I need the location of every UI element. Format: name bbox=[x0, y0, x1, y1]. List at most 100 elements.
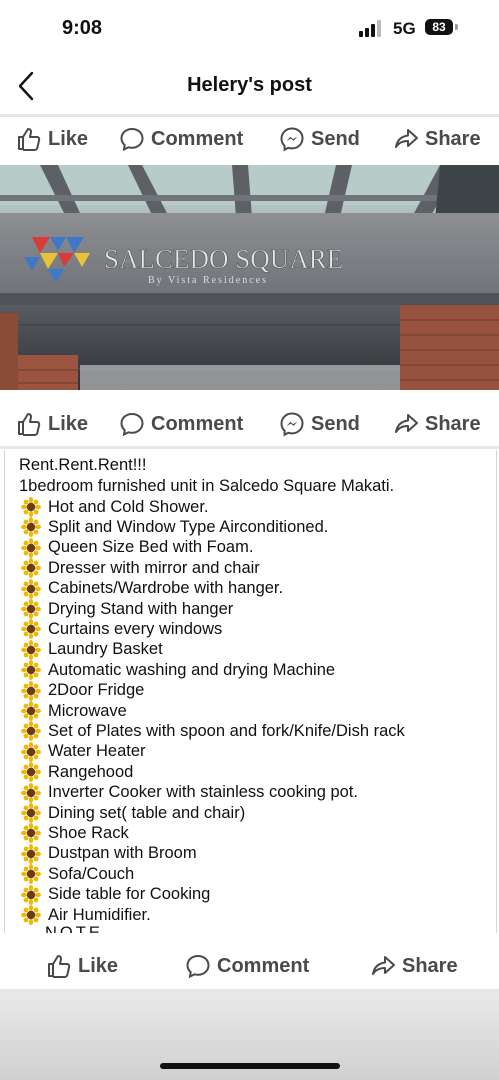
list-item-text: Queen Size Bed with Foam. bbox=[48, 538, 254, 557]
list-item: Queen Size Bed with Foam. bbox=[21, 537, 254, 558]
list-item-text: Rangehood bbox=[48, 762, 134, 781]
post-header: Helery's post bbox=[0, 58, 499, 114]
sunflower-icon bbox=[21, 762, 41, 783]
sunflower-icon bbox=[21, 741, 41, 762]
sunflower-icon bbox=[21, 884, 41, 905]
post-photo[interactable]: SALCEDO SQUARE By Vista Residences bbox=[0, 165, 499, 390]
share-arrow-icon bbox=[395, 129, 418, 148]
messenger-icon bbox=[280, 412, 304, 437]
like-button[interactable]: Like bbox=[16, 402, 88, 446]
send-label: Send bbox=[311, 127, 360, 150]
list-item: Set of Plates with spoon and fork/Knife/… bbox=[21, 721, 405, 742]
messenger-icon bbox=[280, 127, 304, 152]
list-item-text: Dustpan with Broom bbox=[48, 844, 197, 863]
comment-bubble-icon bbox=[186, 954, 210, 979]
list-item-text: Drying Stand with hanger bbox=[48, 599, 234, 618]
list-item: Sofa/Couch bbox=[21, 864, 135, 885]
sunflower-icon bbox=[21, 660, 41, 681]
share-label: Share bbox=[425, 412, 481, 435]
list-item: 2Door Fridge bbox=[21, 680, 145, 701]
list-item-text: Water Heater bbox=[48, 742, 146, 761]
thumbs-up-icon bbox=[18, 413, 41, 436]
list-item-text: Cabinets/Wardrobe with hanger. bbox=[48, 579, 284, 598]
action-bar-bottom: Like Comment Share bbox=[0, 944, 499, 988]
comment-bubble-icon bbox=[120, 412, 144, 437]
send-button[interactable]: Send bbox=[279, 402, 360, 446]
sunflower-icon bbox=[21, 497, 41, 517]
like-label: Like bbox=[48, 412, 89, 435]
share-arrow-icon bbox=[372, 956, 395, 975]
list-item-text: Sofa/Couch bbox=[48, 864, 135, 883]
list-item: Air Humidifier. bbox=[21, 905, 151, 925]
sunflower-icon bbox=[21, 537, 41, 558]
post-intro: 1bedroom furnished unit in Salcedo Squar… bbox=[19, 477, 395, 495]
list-item: Side table for Cooking bbox=[21, 884, 211, 905]
share-button[interactable]: Share bbox=[393, 117, 481, 161]
sunflower-icon bbox=[21, 639, 41, 660]
sign-text: SALCEDO SQUARE bbox=[104, 244, 343, 274]
send-label: Send bbox=[311, 412, 360, 435]
list-item-text: Curtains every windows bbox=[48, 619, 223, 638]
list-item-text: Inverter Cooker with stainless cooking p… bbox=[48, 783, 358, 802]
comment-button[interactable]: Comment bbox=[119, 117, 243, 161]
post-text-card: Rent.Rent.Rent!!! 1bedroom furnished uni… bbox=[4, 450, 497, 933]
home-indicator[interactable] bbox=[160, 1063, 340, 1069]
like-button[interactable]: Like bbox=[46, 944, 118, 988]
sunflower-icon bbox=[21, 843, 41, 864]
comment-label: Comment bbox=[217, 954, 310, 977]
sunflower-icon bbox=[21, 599, 41, 619]
list-item-text: 2Door Fridge bbox=[48, 681, 145, 700]
list-item: Curtains every windows bbox=[21, 619, 223, 640]
list-item: Rangehood bbox=[21, 762, 134, 783]
sunflower-icon bbox=[21, 864, 41, 885]
post-note-cutoff: NOTE bbox=[45, 924, 103, 933]
comment-label: Comment bbox=[151, 412, 244, 435]
list-item-text: Microwave bbox=[48, 701, 127, 720]
list-item: Split and Window Type Airconditioned. bbox=[21, 517, 328, 538]
list-item: Dustpan with Broom bbox=[21, 843, 197, 864]
share-button[interactable]: Share bbox=[370, 944, 458, 988]
sunflower-icon bbox=[21, 517, 41, 538]
building-photo: SALCEDO SQUARE By Vista Residences bbox=[0, 165, 499, 390]
sunflower-icon bbox=[21, 823, 41, 844]
status-bar: 9:08 5G 83 bbox=[0, 0, 499, 56]
list-item: Dresser with mirror and chair bbox=[21, 558, 260, 579]
sunflower-icon bbox=[21, 782, 41, 803]
action-bar-top: Like Comment Send Share bbox=[0, 117, 499, 161]
sunflower-icon bbox=[21, 558, 41, 579]
thumbs-up-icon bbox=[48, 955, 71, 978]
comment-bubble-icon bbox=[120, 127, 144, 152]
post-heading: Rent.Rent.Rent!!! bbox=[19, 456, 147, 474]
list-item: Laundry Basket bbox=[21, 639, 163, 660]
share-arrow-icon bbox=[395, 414, 418, 433]
like-label: Like bbox=[48, 127, 89, 150]
list-item-text: Dining set( table and chair) bbox=[48, 803, 246, 822]
list-item: Cabinets/Wardrobe with hanger. bbox=[21, 578, 284, 599]
send-button[interactable]: Send bbox=[279, 117, 360, 161]
share-label: Share bbox=[425, 127, 481, 150]
sunflower-icon bbox=[21, 680, 41, 701]
list-item-text: Dresser with mirror and chair bbox=[48, 558, 260, 577]
like-label: Like bbox=[78, 954, 119, 977]
like-button[interactable]: Like bbox=[16, 117, 88, 161]
share-button[interactable]: Share bbox=[393, 402, 481, 446]
battery-icon: 83 bbox=[425, 19, 459, 37]
network-type: 5G bbox=[393, 19, 416, 38]
list-item-text: Air Humidifier. bbox=[48, 905, 151, 924]
comment-button[interactable]: Comment bbox=[185, 944, 309, 988]
sign-subtext: By Vista Residences bbox=[148, 275, 268, 286]
list-item: Microwave bbox=[21, 701, 127, 721]
list-item-text: Set of Plates with spoon and fork/Knife/… bbox=[48, 721, 405, 740]
action-bar-middle: Like Comment Send Share bbox=[0, 402, 499, 446]
list-item: Hot and Cold Shower. bbox=[21, 497, 209, 517]
list-item-text: Automatic washing and drying Machine bbox=[48, 660, 336, 679]
battery-level: 83 bbox=[432, 20, 446, 34]
list-item: Dining set( table and chair) bbox=[21, 803, 245, 823]
list-item: Automatic washing and drying Machine bbox=[21, 660, 336, 681]
list-item-text: Laundry Basket bbox=[48, 640, 163, 659]
list-item-text: Shoe Rack bbox=[48, 823, 129, 842]
list-item-text: Side table for Cooking bbox=[48, 885, 211, 904]
list-item: Inverter Cooker with stainless cooking p… bbox=[21, 782, 358, 803]
comment-button[interactable]: Comment bbox=[119, 402, 243, 446]
sunflower-icon bbox=[21, 619, 41, 640]
